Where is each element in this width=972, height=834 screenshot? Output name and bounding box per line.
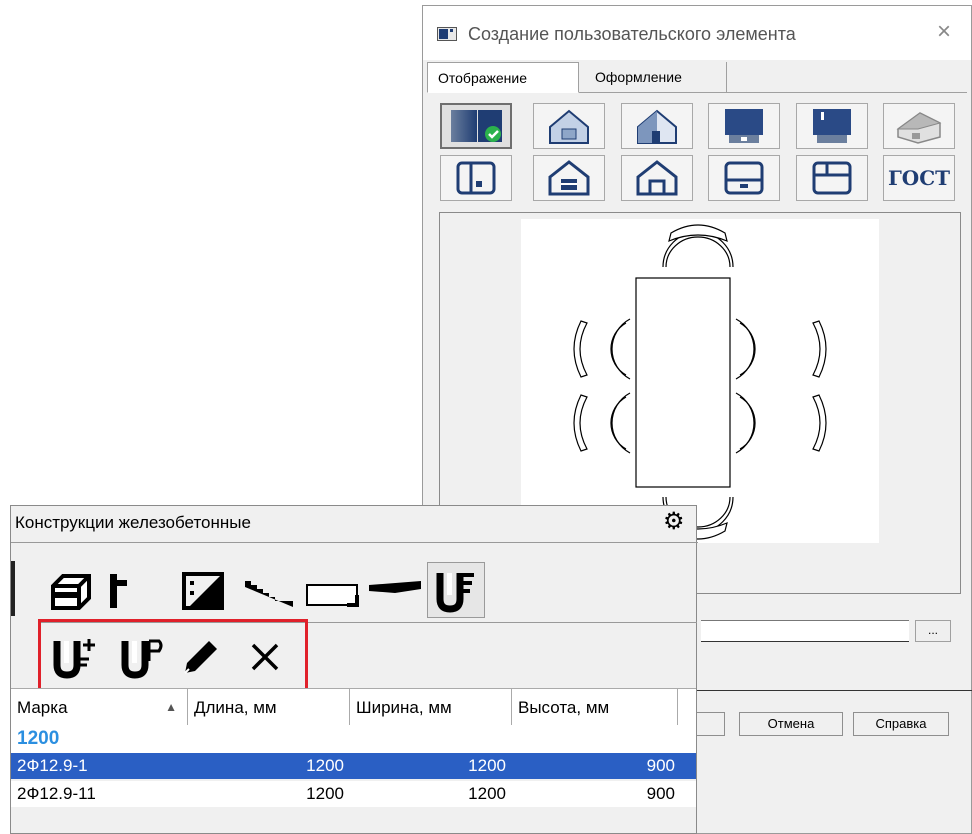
wall-panel-icon	[182, 572, 224, 610]
block-button[interactable]	[46, 566, 96, 616]
table-with-chairs-drawing	[573, 224, 827, 540]
stair-icon	[245, 581, 293, 607]
edit-pencil-button[interactable]	[173, 630, 229, 684]
gear-icon[interactable]: ⚙	[663, 510, 685, 534]
table-row[interactable]: 2Ф12.9-11 1200 1200 900	[11, 781, 696, 807]
dialog-tabs: Отображение Оформление	[427, 62, 967, 93]
app-window-icon	[437, 27, 457, 41]
group-row[interactable]: 1200	[11, 725, 696, 753]
tab-appearance[interactable]: Оформление	[585, 62, 727, 92]
house-3d-light-icon	[549, 109, 589, 144]
box-3d-side-icon	[813, 109, 851, 143]
edit-pencil-icon	[184, 641, 217, 674]
column-button[interactable]	[99, 566, 139, 616]
plan-square-button[interactable]	[440, 155, 512, 201]
plan-square-icon	[456, 161, 496, 195]
box-3d-side-button[interactable]	[796, 103, 868, 149]
custom-element-icon	[436, 573, 474, 613]
help-button[interactable]: Справка	[853, 712, 949, 736]
file-path-field[interactable]	[701, 620, 909, 642]
panel-divider	[11, 542, 698, 543]
close-icon[interactable]: ×	[937, 18, 951, 46]
cell-mark: 2Ф12.9-11	[17, 784, 96, 803]
dialog-titlebar: Создание пользовательского элемента ×	[423, 6, 971, 60]
plan-top-button[interactable]	[796, 155, 868, 201]
house-3d-icon	[637, 109, 677, 144]
box-3d-front-button[interactable]	[708, 103, 780, 149]
cell-length: 1200	[306, 784, 344, 803]
column-header-width[interactable]: Ширина, мм	[350, 689, 512, 726]
panel-left-edge	[11, 561, 15, 616]
view-2d-check-button[interactable]	[440, 103, 512, 149]
add-element-icon	[53, 639, 95, 679]
delete-x-icon	[251, 643, 279, 671]
column-header-length[interactable]: Длина, мм	[188, 689, 350, 726]
house-3d-gray-button[interactable]	[883, 103, 955, 149]
table-header: Марка ▲ Длина, мм Ширина, мм Высота, мм	[11, 688, 696, 727]
house-3d-gray-icon	[896, 112, 942, 144]
table-row[interactable]: 2Ф12.9-1 1200 1200 900	[11, 753, 696, 779]
add-group-button[interactable]	[114, 630, 170, 684]
group-label: 1200	[17, 728, 60, 749]
cell-width: 1200	[468, 784, 506, 803]
tab-display[interactable]: Отображение	[427, 62, 579, 93]
slab-icon	[306, 584, 359, 607]
stair-button[interactable]	[239, 566, 299, 616]
dialog-title: Создание пользовательского элемента	[468, 24, 796, 44]
cell-height: 900	[646, 784, 675, 803]
panel-title: Конструкции железобетонные	[15, 513, 251, 532]
reinforced-concrete-panel: Конструкции железобетонные ⚙ Марка ▲ Дли…	[10, 505, 698, 834]
gost-button[interactable]: ГОСТ	[883, 155, 955, 201]
separator-line	[693, 690, 972, 691]
plan-bottom-button[interactable]	[708, 155, 780, 201]
delete-button[interactable]	[239, 630, 291, 684]
plan-top-icon	[812, 161, 852, 195]
block-icon	[51, 574, 91, 610]
wall-panel-button[interactable]	[178, 566, 228, 616]
house-3d-button[interactable]	[621, 103, 693, 149]
preview-canvas	[521, 219, 879, 543]
column-icon	[110, 574, 127, 608]
cancel-button[interactable]: Отмена	[739, 712, 843, 736]
cell-mark: 2Ф12.9-1	[17, 756, 88, 775]
house-outline-button[interactable]	[621, 155, 693, 201]
box-3d-front-icon	[725, 109, 763, 143]
sort-ascending-icon: ▲	[165, 700, 177, 714]
column-header-height[interactable]: Высота, мм	[512, 689, 678, 726]
house-outline-filled-door-icon	[548, 160, 590, 196]
house-outline-filled-door-button[interactable]	[533, 155, 605, 201]
beam-button[interactable]	[364, 566, 426, 616]
column-header-mark[interactable]: Марка ▲	[11, 689, 188, 726]
house-outline-icon	[636, 160, 678, 196]
view-2d-check-icon	[451, 110, 502, 142]
slab-button[interactable]	[302, 566, 362, 616]
beam-icon	[369, 581, 421, 593]
add-group-icon	[121, 639, 163, 679]
cell-width: 1200	[468, 756, 506, 775]
custom-element-button[interactable]	[427, 562, 485, 618]
gost-label: ГОСТ	[887, 166, 951, 190]
column-header-mark-label: Марка	[17, 698, 68, 717]
browse-button[interactable]: ...	[915, 620, 951, 642]
house-3d-light-button[interactable]	[533, 103, 605, 149]
add-element-button[interactable]	[46, 630, 102, 684]
cell-length: 1200	[306, 756, 344, 775]
cell-height: 900	[646, 756, 675, 775]
plan-bottom-icon	[724, 161, 764, 195]
